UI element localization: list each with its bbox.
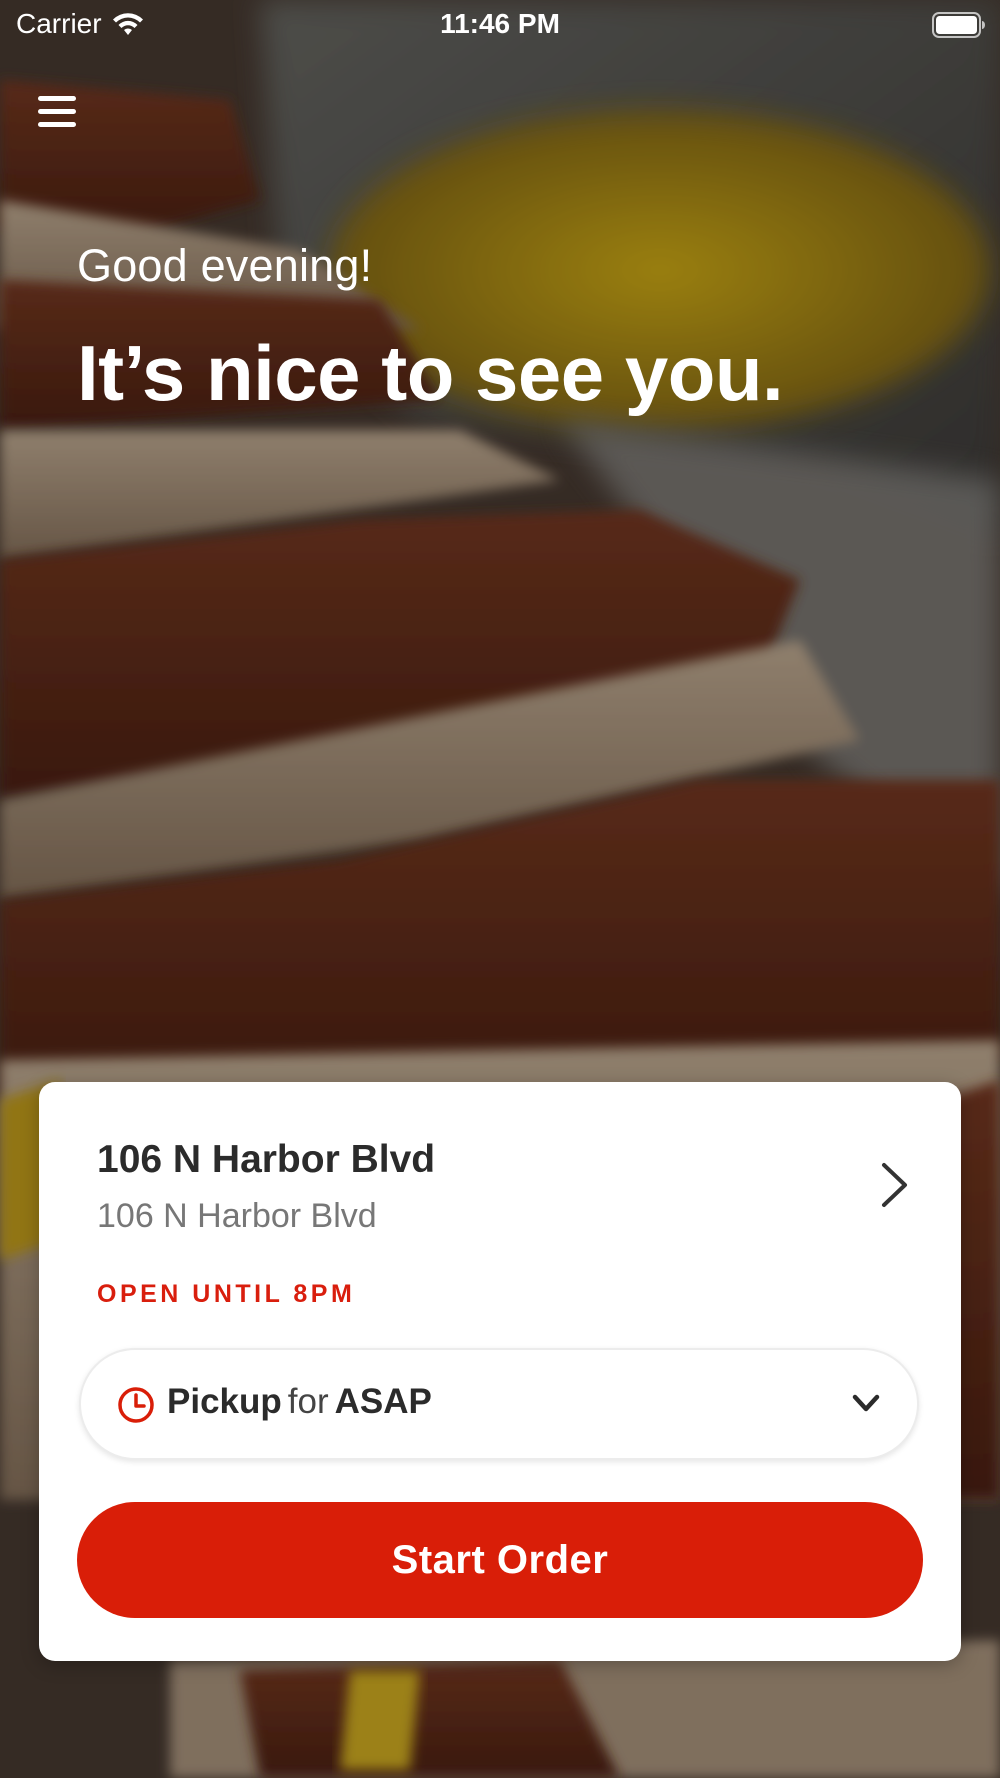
chevron-right-icon [882,1163,907,1207]
hours-status: OPEN UNTIL 8PM [97,1280,356,1308]
location-name: 106 N Harbor Blvd [97,1138,436,1181]
order-connector: for [287,1382,329,1421]
order-mode: Pickup [167,1382,282,1421]
greeting-headline: It’s nice to see you. [77,329,784,417]
order-type-label: Pickup for ASAP [167,1382,432,1422]
home-screen: Carrier 11:46 PM Good evening! It’s nice… [0,0,1000,1778]
location-card: 106 N Harbor Blvd 106 N Harbor Blvd OPEN… [39,1082,961,1661]
location-selector[interactable]: 106 N Harbor Blvd 106 N Harbor Blvd [39,1082,961,1242]
status-bar: Carrier 11:46 PM [0,0,1000,52]
order-time: ASAP [334,1382,432,1421]
hamburger-menu-icon[interactable] [36,92,80,132]
battery-icon [932,12,985,38]
location-address: 106 N Harbor Blvd [97,1197,377,1235]
start-order-button[interactable]: Start Order [77,1502,923,1618]
chevron-down-icon [852,1394,880,1412]
greeting-salutation: Good evening! [77,240,373,291]
order-type-dropdown[interactable]: Pickup for ASAP [79,1348,919,1460]
clock-icon [118,1387,154,1423]
clock-time: 11:46 PM [440,8,560,39]
